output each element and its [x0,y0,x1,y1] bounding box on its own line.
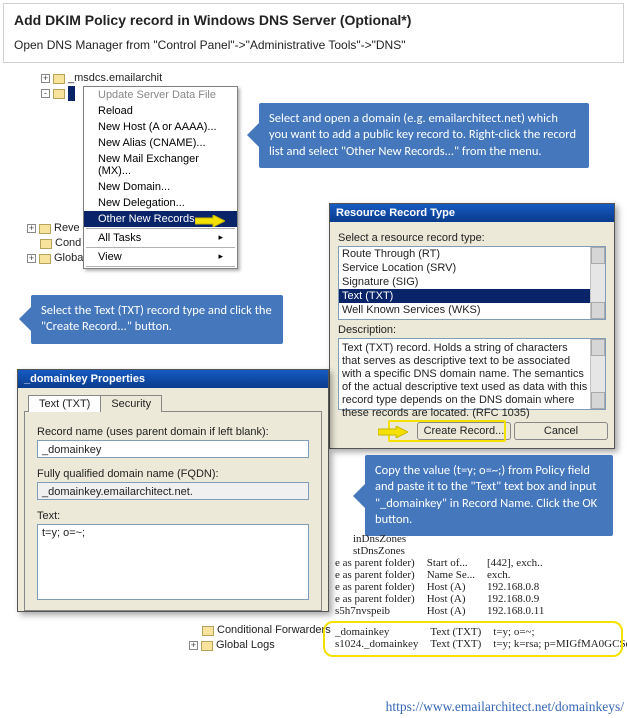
fqdn-label: Fully qualified domain name (FQDN): [37,468,309,480]
fqdn-field: _domainkey.emailarchitect.net. [37,482,309,500]
records-table: e as parent folder)Start of...[442], exc… [333,557,554,617]
page-instruction: Open DNS Manager from "Control Panel"->"… [14,38,613,52]
list-item[interactable]: Service Location (SRV) [339,261,590,275]
record-type-listbox[interactable]: Route Through (RT) Service Location (SRV… [338,246,606,320]
tree-node[interactable]: _msdcs.emailarchit [68,71,162,86]
callout-3: Copy the value (t=y; o=~;) from Policy f… [365,455,613,536]
expand-icon[interactable]: + [41,74,50,83]
dialog-title: _domainkey Properties [24,373,145,385]
list-item[interactable]: Route Through (RT) [339,247,590,261]
cancel-button[interactable]: Cancel [514,422,608,440]
tab-text[interactable]: Text (TXT) [28,395,101,412]
tree-node[interactable]: Reve [54,221,80,236]
tab-panel: Record name (uses parent domain if left … [24,411,322,611]
diagram-canvas: +_msdcs.emailarchit - _sites +Reve Cond … [3,63,624,693]
description-box: Text (TXT) record. Holds a string of cha… [338,338,606,410]
dialog-title: Resource Record Type [336,207,455,219]
description-label: Description: [338,324,606,336]
menu-item-new-delegation[interactable]: New Delegation... [84,195,237,211]
expand-icon[interactable]: + [27,224,36,233]
folder-icon [201,641,213,651]
table-row[interactable]: e as parent folder)Name Se...exch. [333,569,554,581]
folder-icon [53,74,65,84]
header-box: Add DKIM Policy record in Windows DNS Se… [3,3,624,63]
footer-link-row: https://www.emailarchitect.net/domainkey… [3,699,624,715]
scrollbar[interactable] [590,339,605,409]
table-row[interactable]: e as parent folder)Start of...[442], exc… [333,557,554,569]
tree-node[interactable]: Conditional Forwarders [217,623,331,638]
callout-2: Select the Text (TXT) record type and cl… [31,295,283,344]
menu-item-all-tasks[interactable]: All Tasks [84,230,237,246]
dns-tree-bottom[interactable]: Conditional Forwarders + Global Logs [189,623,331,653]
text-input[interactable]: t=y; o=~; [37,524,309,600]
dns-tree-lower[interactable]: + Reve Cond + Globa [27,221,83,266]
folder-icon [53,89,65,99]
tree-node[interactable]: Global Logs [216,638,275,653]
menu-item-new-domain[interactable]: New Domain... [84,179,237,195]
context-menu[interactable]: Update Server Data File Reload New Host … [83,86,238,269]
callout-1: Select and open a domain (e.g. emailarch… [259,103,589,168]
expand-icon[interactable]: + [189,641,198,650]
record-name-input[interactable]: _domainkey [37,440,309,458]
table-row[interactable]: e as parent folder)Host (A)192.168.0.8 [333,581,554,593]
folder-icon [39,224,51,234]
select-record-type-label: Select a resource record type: [338,232,606,244]
zone-label: stDnsZones [353,545,623,557]
record-name-label: Record name (uses parent domain if left … [37,426,309,438]
collapse-icon[interactable]: - [41,89,50,98]
page-title: Add DKIM Policy record in Windows DNS Se… [14,12,613,28]
yellow-pointer-icon [378,426,408,438]
tree-node[interactable]: Globa [54,251,83,266]
yellow-highlight-ring [323,621,623,657]
scrollbar[interactable] [590,247,605,319]
table-row[interactable]: s5h7nvspeibHost (A)192.168.0.11 [333,605,554,617]
list-item[interactable]: Well Known Services (WKS) [339,303,590,317]
folder-icon [202,626,214,636]
list-item[interactable]: X.25 [339,317,590,320]
records-panel: inDnsZones stDnsZones e as parent folder… [333,533,623,617]
menu-item-view[interactable]: View [84,249,237,265]
menu-item-new-host[interactable]: New Host (A or AAAA)... [84,119,237,135]
tree-node[interactable]: Cond [55,236,81,251]
resource-record-type-dialog: Resource Record Type Select a resource r… [329,203,615,449]
menu-item-new-mx[interactable]: New Mail Exchanger (MX)... [84,151,237,179]
menu-item-update: Update Server Data File [84,87,237,103]
dialog-titlebar: _domainkey Properties [18,370,328,388]
table-row[interactable]: e as parent folder)Host (A)192.168.0.9 [333,593,554,605]
description-text: Text (TXT) record. Holds a string of cha… [342,342,587,419]
text-label: Text: [37,510,309,522]
menu-item-new-alias[interactable]: New Alias (CNAME)... [84,135,237,151]
dialog-titlebar: Resource Record Type [330,204,614,222]
menu-item-reload[interactable]: Reload [84,103,237,119]
tab-security[interactable]: Security [100,395,162,412]
list-item[interactable]: Signature (SIG) [339,275,590,289]
expand-icon[interactable]: + [27,254,36,263]
folder-icon [40,239,52,249]
list-item-selected[interactable]: Text (TXT) [339,289,590,303]
domainkey-properties-dialog: _domainkey Properties Text (TXT) Securit… [17,369,329,612]
zone-label: inDnsZones [353,533,623,545]
folder-icon [39,254,51,264]
yellow-pointer-icon [195,215,225,227]
